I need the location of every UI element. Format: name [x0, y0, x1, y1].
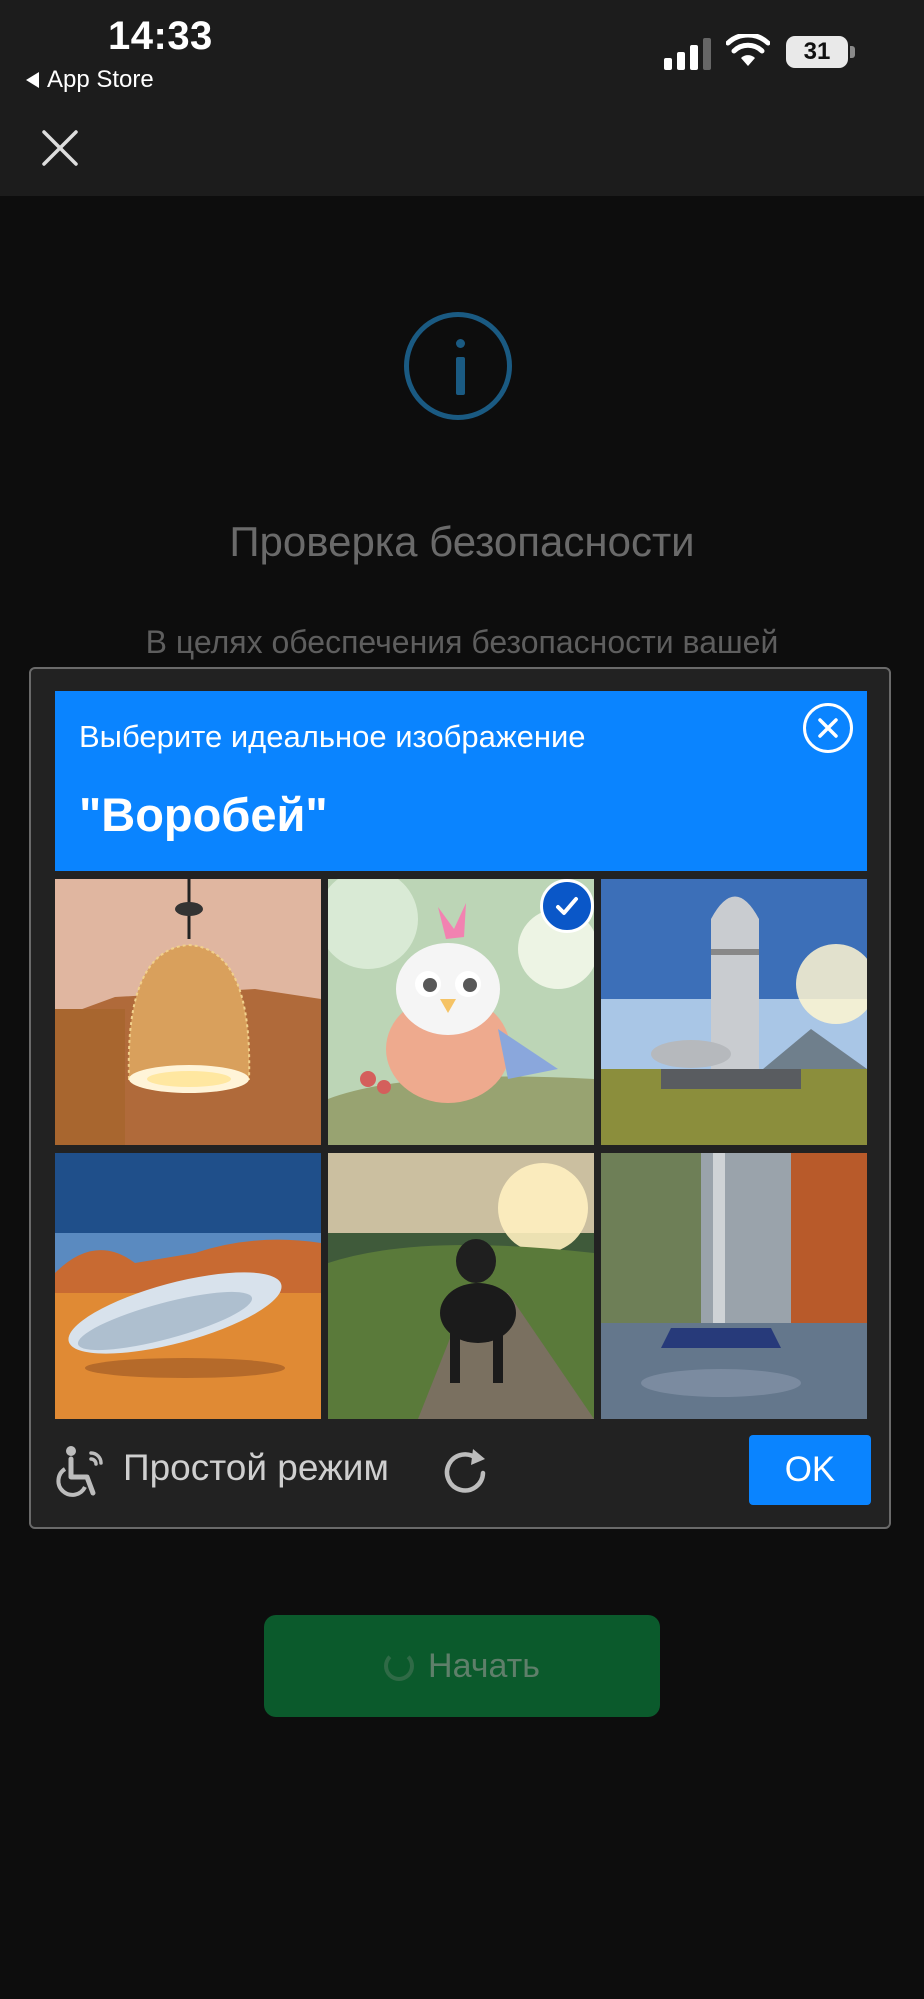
status-time: 14:33 [108, 14, 213, 58]
captcha-tile-selected[interactable] [328, 879, 594, 1145]
selected-check-icon [540, 879, 594, 933]
captcha-close-icon[interactable] [803, 703, 853, 753]
captcha-tile[interactable] [55, 879, 321, 1145]
close-icon[interactable] [36, 124, 84, 172]
captcha-footer: Простой режим OK [55, 1435, 871, 1507]
captcha-modal: Выберите идеальное изображение "Воробей" [29, 667, 891, 1529]
start-button-label: Начать [428, 1646, 540, 1685]
battery-level: 31 [803, 38, 831, 65]
page-title: Проверка безопасности [229, 518, 695, 565]
back-arrow-icon [26, 72, 39, 88]
capsule-desert-image [55, 1153, 321, 1419]
back-app-label: App Store [47, 66, 154, 93]
loading-spinner-icon [384, 1651, 415, 1681]
vacuum-image [601, 1153, 867, 1419]
captcha-header: Выберите идеальное изображение "Воробей" [55, 691, 867, 871]
lamp-image [55, 879, 321, 1145]
info-icon [404, 312, 512, 420]
dog-image [328, 1153, 594, 1419]
simple-mode-link[interactable]: Простой режим [123, 1447, 389, 1489]
top-bar: 14:33 App Store 31 [0, 0, 924, 196]
back-to-app-store[interactable]: App Store [26, 66, 154, 94]
ok-button[interactable]: OK [749, 1435, 871, 1505]
captcha-instruction: Выберите идеальное изображение [79, 719, 586, 754]
wifi-icon [726, 34, 770, 66]
rocket-image [601, 879, 867, 1145]
signal-icon [664, 38, 711, 70]
accessibility-icon[interactable] [55, 1443, 111, 1499]
battery-icon: 31 [786, 36, 856, 70]
captcha-tile[interactable] [328, 1153, 594, 1419]
captcha-target: "Воробей" [79, 788, 328, 841]
page-description: В целях обеспечения безопасности вашей [145, 624, 779, 660]
captcha-tile[interactable] [55, 1153, 321, 1419]
captcha-tile[interactable] [601, 879, 867, 1145]
start-button[interactable]: Начать [264, 1615, 660, 1717]
reload-icon[interactable] [435, 1443, 495, 1503]
captcha-image-grid [55, 879, 867, 1419]
captcha-tile[interactable] [601, 1153, 867, 1419]
